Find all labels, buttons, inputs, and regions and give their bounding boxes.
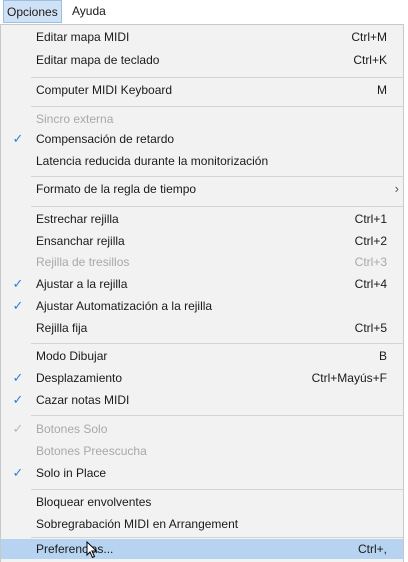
menu-item-desplazamiento[interactable]: ✓ Desplazamiento Ctrl+Mayús+F [1,368,403,388]
check-icon: ✓ [12,465,24,480]
menu-item-botones-preescucha: Botones Preescucha [1,441,403,461]
menu-item-solo-in-place[interactable]: ✓ Solo in Place [1,463,403,483]
menu-item-bloquear-envolventes[interactable]: Bloquear envolventes [1,492,403,512]
menu-separator [31,343,403,344]
menu-item-editar-mapa-teclado[interactable]: Editar mapa de teclado Ctrl+K [1,50,403,70]
menu-bar: Opciones Ayuda [0,0,408,24]
menu-item-label: Editar mapa MIDI [36,30,130,44]
menu-item-shortcut: Ctrl+2 [354,234,387,248]
menu-item-sincro-externa: Sincro externa [1,109,403,129]
menu-item-label: Botones Solo [36,422,108,436]
menu-item-estrechar-rejilla[interactable]: Estrechar rejilla Ctrl+1 [1,209,403,229]
menu-item-label: Computer MIDI Keyboard [36,83,173,97]
menu-item-label: Desplazamiento [36,371,123,385]
menu-item-label: Estrechar rejilla [36,212,119,226]
menu-item-latencia-reducida[interactable]: Latencia reducida durante la monitorizac… [1,151,403,171]
menu-item-rejilla-fija[interactable]: Rejilla fija Ctrl+5 [1,318,403,338]
menu-item-editar-mapa-midi[interactable]: Editar mapa MIDI Ctrl+M [1,27,403,47]
menu-item-ensanchar-rejilla[interactable]: Ensanchar rejilla Ctrl+2 [1,231,403,251]
check-icon: ✓ [12,131,24,146]
menu-separator [31,489,403,490]
menu-item-label: Editar mapa de teclado [36,53,160,67]
menu-item-ajustar-rejilla[interactable]: ✓ Ajustar a la rejilla Ctrl+4 [1,274,403,294]
check-icon: ✓ [12,421,24,436]
menu-item-label: Sobregrabación MIDI en Arrangement [36,517,239,531]
options-dropdown: Editar mapa MIDI Ctrl+M Editar mapa de t… [0,24,404,562]
menu-separator [31,537,403,538]
menu-item-label: Bloquear envolventes [36,495,152,509]
menu-item-shortcut: Ctrl+1 [354,212,387,226]
menu-item-label: Modo Dibujar [36,349,108,363]
menu-item-label: Ajustar Automatización a la rejilla [36,299,213,313]
menu-item-sobregrabacion[interactable]: Sobregrabación MIDI en Arrangement [1,514,403,534]
menu-item-label: Rejilla fija [36,321,88,335]
chevron-right-icon: › [394,181,399,196]
mouse-cursor-icon [86,541,98,559]
menu-item-ajustar-automatizacion[interactable]: ✓ Ajustar Automatización a la rejilla [1,296,403,316]
menu-separator [31,176,403,177]
menu-item-shortcut: Ctrl+4 [354,277,387,291]
menu-separator [31,206,403,207]
menu-item-label: Botones Preescucha [36,444,147,458]
menu-item-botones-solo: ✓ Botones Solo [1,419,403,439]
menu-separator [31,77,403,78]
menu-item-formato-regla[interactable]: Formato de la regla de tiempo › [1,179,403,199]
menu-item-label: Latencia reducida durante la monitorizac… [36,154,269,168]
menu-item-shortcut: Ctrl+3 [354,255,387,269]
menu-item-label: Cazar notas MIDI [36,393,130,407]
menu-item-modo-dibujar[interactable]: Modo Dibujar B [1,346,403,366]
menu-item-shortcut: Ctrl+Mayús+F [311,371,387,385]
menu-item-cazar-notas[interactable]: ✓ Cazar notas MIDI [1,390,403,410]
menu-item-label: Compensación de retardo [36,132,175,146]
menu-separator [31,415,403,416]
menu-item-shortcut: B [378,349,387,363]
menu-item-shortcut: Ctrl+K [353,53,387,67]
check-icon: ✓ [12,298,24,313]
menu-item-shortcut: Ctrl+M [351,30,387,44]
menu-item-label: Rejilla de tresillos [36,255,130,269]
menu-item-label: Sincro externa [36,112,114,126]
menu-separator [31,106,403,107]
menu-item-rejilla-tresillos: Rejilla de tresillos Ctrl+3 [1,252,403,272]
menu-item-label: Formato de la regla de tiempo [36,182,197,196]
check-icon: ✓ [12,276,24,291]
menu-item-computer-midi-keyboard[interactable]: Computer MIDI Keyboard M [1,80,403,100]
check-icon: ✓ [12,392,24,407]
menu-item-compensacion-retardo[interactable]: ✓ Compensación de retardo [1,129,403,149]
menu-item-label: Preferencias... [36,542,114,556]
menu-item-preferencias[interactable]: Preferencias... Ctrl+, [1,539,403,559]
menu-item-label: Ajustar a la rejilla [36,277,128,291]
menu-ayuda[interactable]: Ayuda [69,0,109,23]
menu-opciones[interactable]: Opciones [3,0,62,23]
menu-item-shortcut: M [377,83,387,97]
menu-item-shortcut: Ctrl+5 [354,321,387,335]
check-icon: ✓ [12,370,24,385]
menu-item-shortcut: Ctrl+, [357,542,387,556]
menu-item-label: Ensanchar rejilla [36,234,125,248]
menu-item-label: Solo in Place [36,466,107,480]
